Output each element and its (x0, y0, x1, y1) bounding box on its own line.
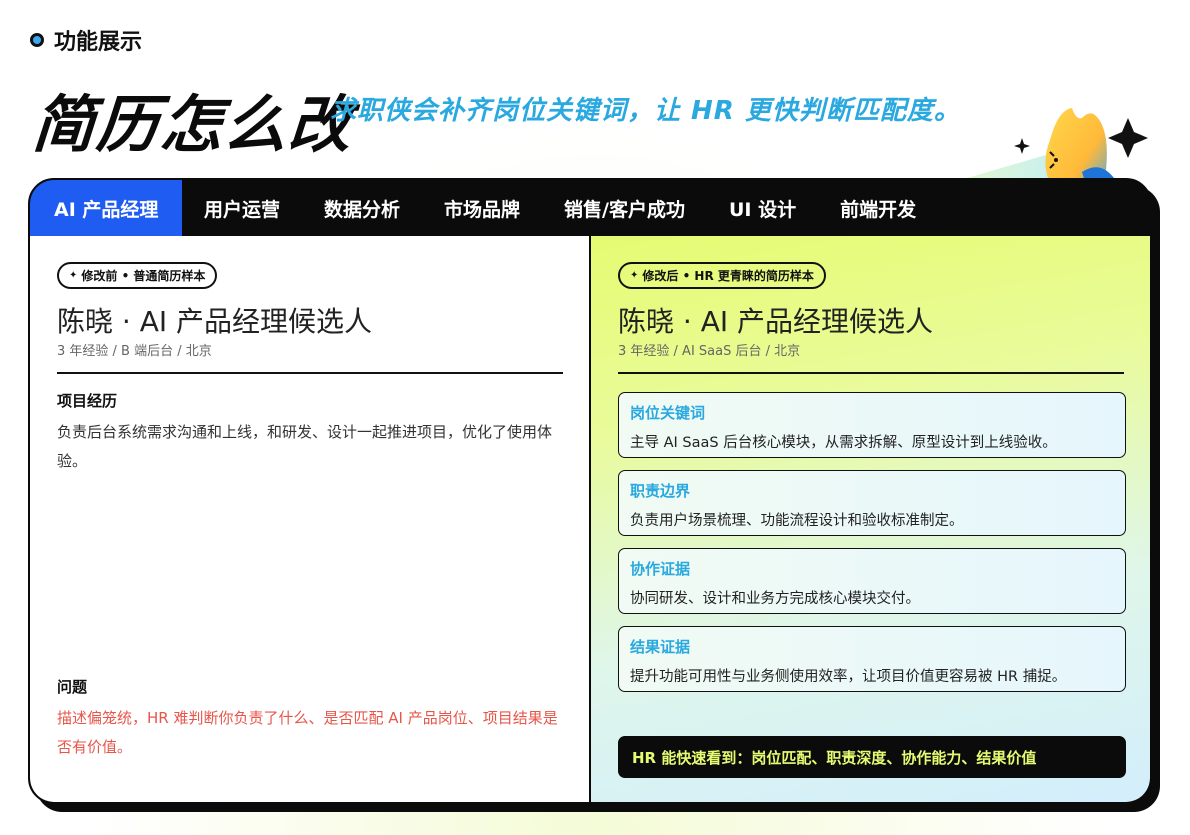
before-badge-label: 修改前 • 普通简历样本 (81, 269, 206, 283)
before-badge: ✦ 修改前 • 普通简历样本 (57, 262, 218, 289)
result-box-title: 结果证据 (630, 638, 691, 656)
keyword-box-title: 岗位关键词 (630, 404, 706, 422)
after-panel: ✦ 修改后 • HR 更青睐的简历样本 陈晓 · AI 产品经理候选人 3 年经… (591, 236, 1150, 802)
collaboration-box-title: 协作证据 (630, 560, 691, 578)
responsibility-box-title: 职责边界 (630, 482, 691, 500)
tab-frontend-dev[interactable]: 前端开发 (818, 180, 938, 236)
problem-text: 描述偏笼统，HR 难判断你负责了什么、是否匹配 AI 产品岗位、项目结果是否有价… (57, 709, 558, 756)
candidate-name: 陈晓 · AI 产品经理候选人 (618, 305, 934, 338)
tab-ui-design[interactable]: UI 设计 (707, 180, 818, 236)
candidate-meta: 3 年经验 / B 端后台 / 北京 (57, 344, 212, 359)
sparkle-icon: ✦ (630, 270, 639, 281)
section-label-text: 功能展示 (54, 30, 143, 55)
page-title: 简历怎么改 (30, 88, 356, 161)
project-title: 项目经历 (57, 392, 118, 410)
comparison-card: AI 产品经理 用户运营 数据分析 市场品牌 销售/客户成功 UI 设计 前端开… (28, 178, 1152, 804)
tab-user-operations[interactable]: 用户运营 (182, 180, 302, 236)
before-panel: ✦ 修改前 • 普通简历样本 陈晓 · AI 产品经理候选人 3 年经验 / B… (30, 236, 589, 802)
candidate-meta: 3 年经验 / AI SaaS 后台 / 北京 (618, 344, 801, 359)
divider (57, 372, 563, 374)
divider (618, 372, 1124, 374)
candidate-name: 陈晓 · AI 产品经理候选人 (57, 305, 373, 338)
bullet-dot-icon (30, 33, 44, 47)
keyword-box: 岗位关键词 主导 AI SaaS 后台核心模块，从需求拆解、原型设计到上线验收。 (618, 392, 1126, 458)
tab-data-analysis[interactable]: 数据分析 (302, 180, 422, 236)
keyword-box-text: 主导 AI SaaS 后台核心模块，从需求拆解、原型设计到上线验收。 (630, 435, 1057, 451)
after-badge-label: 修改后 • HR 更青睐的简历样本 (642, 269, 814, 283)
section-label: 功能展示 (30, 24, 142, 56)
collaboration-box-text: 协同研发、设计和业务方完成核心模块交付。 (630, 591, 920, 607)
after-badge: ✦ 修改后 • HR 更青睐的简历样本 (618, 262, 826, 289)
collaboration-box: 协作证据 协同研发、设计和业务方完成核心模块交付。 (618, 548, 1126, 614)
result-box-text: 提升功能可用性与业务侧使用效率，让项目价值更容易被 HR 捕捉。 (630, 669, 1067, 685)
page-subtitle: 求职侠会补齐岗位关键词，让 HR 更快判断匹配度。 (330, 96, 961, 126)
sparkle-icon (1108, 118, 1148, 158)
role-tabs: AI 产品经理 用户运营 数据分析 市场品牌 销售/客户成功 UI 设计 前端开… (30, 180, 1150, 236)
tab-ai-product-manager[interactable]: AI 产品经理 (30, 180, 182, 236)
sparkle-small-icon (1014, 138, 1030, 154)
hr-summary-bar: HR 能快速看到：岗位匹配、职责深度、协作能力、结果价值 (618, 736, 1126, 778)
sparkle-icon: ✦ (69, 270, 78, 281)
responsibility-box-text: 负责用户场景梳理、功能流程设计和验收标准制定。 (630, 513, 964, 529)
project-text: 负责后台系统需求沟通和上线，和研发、设计一起推进项目，优化了使用体验。 (57, 423, 553, 470)
tab-marketing-brand[interactable]: 市场品牌 (422, 180, 542, 236)
result-box: 结果证据 提升功能可用性与业务侧使用效率，让项目价值更容易被 HR 捕捉。 (618, 626, 1126, 692)
tab-sales-customer-success[interactable]: 销售/客户成功 (542, 180, 707, 236)
problem-title: 问题 (57, 678, 88, 696)
responsibility-box: 职责边界 负责用户场景梳理、功能流程设计和验收标准制定。 (618, 470, 1126, 536)
